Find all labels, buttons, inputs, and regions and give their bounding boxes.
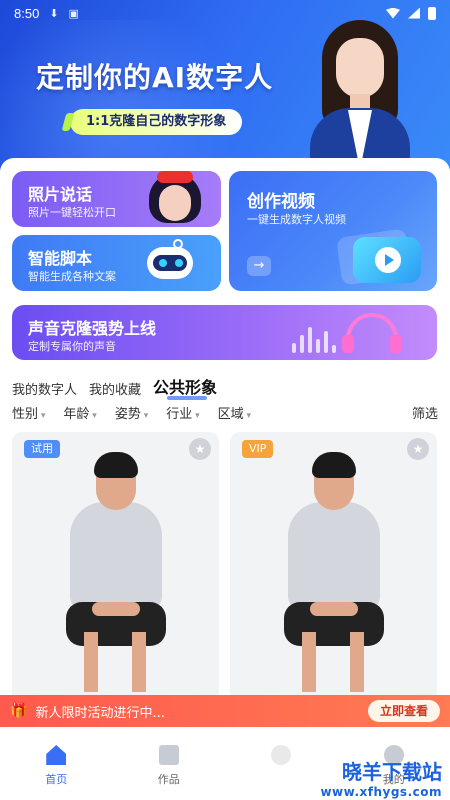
promo-text: 新人限时活动进行中...	[35, 705, 165, 721]
cartoon-girl-illustration	[145, 171, 205, 227]
digital-human-avatar	[310, 20, 410, 175]
view-now-button[interactable]: 立即查看	[367, 700, 440, 722]
robot-icon	[139, 239, 199, 289]
nav-home-label: 首页	[45, 773, 68, 786]
promo-banner[interactable]: 🎁 新人限时活动进行中... 立即查看	[0, 695, 450, 727]
nav-center[interactable]	[236, 745, 326, 771]
photo-talk-title: 照片说话	[28, 185, 93, 204]
smart-script-title: 智能脚本	[28, 249, 93, 268]
battery-icon	[428, 6, 436, 20]
tab-public-avatars[interactable]: 公共形象	[153, 374, 217, 400]
filter-bar: 性别 年龄 姿势 行业 区域 筛选	[12, 403, 438, 422]
filter-age[interactable]: 年龄	[63, 403, 96, 422]
sound-wave-icon	[292, 323, 336, 353]
signal-icon	[408, 7, 420, 19]
filter-industry[interactable]: 行业	[166, 403, 199, 422]
sheep-icon	[271, 745, 292, 765]
smart-script-subtitle: 智能生成各种文案	[28, 270, 116, 283]
watermark: 晓羊下载站 www.xfhygs.com	[320, 756, 442, 799]
nav-works[interactable]: 作品	[124, 745, 214, 787]
watermark-title: 晓羊下载站	[342, 760, 442, 784]
voice-clone-card[interactable]: 声音克隆强势上线 定制专属你的声音	[12, 305, 437, 360]
tab-my-digital-humans[interactable]: 我的数字人	[12, 379, 77, 398]
nav-home[interactable]: 首页	[11, 745, 101, 787]
banner-title: 定制你的AI数字人	[36, 61, 274, 94]
tab-my-favorites[interactable]: 我的收藏	[89, 379, 141, 398]
nav-works-label: 作品	[157, 773, 180, 786]
avatar-card[interactable]: VIP ★	[230, 432, 437, 702]
photo-talk-card[interactable]: 照片说话 照片一键轻松开口	[12, 171, 221, 227]
filter-pose[interactable]: 姿势	[115, 403, 148, 422]
bookmark-icon	[158, 745, 179, 765]
voice-clone-title: 声音克隆强势上线	[28, 319, 157, 338]
download-icon: ⬇	[49, 6, 59, 20]
create-video-title: 创作视频	[247, 192, 315, 212]
smart-script-card[interactable]: 智能脚本 智能生成各种文案	[12, 235, 221, 291]
star-icon[interactable]: ★	[189, 438, 211, 460]
voice-clone-subtitle: 定制专属你的声音	[28, 340, 116, 353]
hero-banner[interactable]: 8:50 ⬇ ▣ 定制你的AI数字人 1:1克隆自己的数字形象	[0, 0, 450, 175]
video-play-icon	[336, 225, 429, 287]
avatar-card[interactable]: 试用 ★	[12, 432, 219, 702]
photo-talk-subtitle: 照片一键轻松开口	[28, 206, 116, 219]
vip-badge: VIP	[242, 440, 274, 458]
avatar-tabs: 我的数字人 我的收藏 公共形象	[12, 374, 217, 400]
arrow-right-icon[interactable]: →	[247, 256, 271, 276]
banner-subtitle: 1:1克隆自己的数字形象	[70, 109, 243, 135]
create-video-subtitle: 一键生成数字人视频	[247, 213, 346, 226]
watermark-url: www.xfhygs.com	[320, 785, 442, 799]
wifi-icon	[386, 7, 400, 19]
gift-icon: 🎁	[10, 703, 28, 719]
headphones-icon	[342, 313, 402, 355]
filter-button[interactable]: 筛选	[412, 403, 438, 422]
notification-icon: ▣	[68, 6, 79, 20]
home-icon	[46, 745, 67, 765]
status-time: 8:50	[14, 5, 40, 21]
filter-gender[interactable]: 性别	[12, 403, 45, 422]
create-video-card[interactable]: 创作视频 一键生成数字人视频 →	[229, 171, 437, 291]
avatar-photo	[56, 452, 176, 702]
avatar-photo	[274, 452, 394, 702]
filter-region[interactable]: 区域	[218, 403, 251, 422]
star-icon[interactable]: ★	[407, 438, 429, 460]
